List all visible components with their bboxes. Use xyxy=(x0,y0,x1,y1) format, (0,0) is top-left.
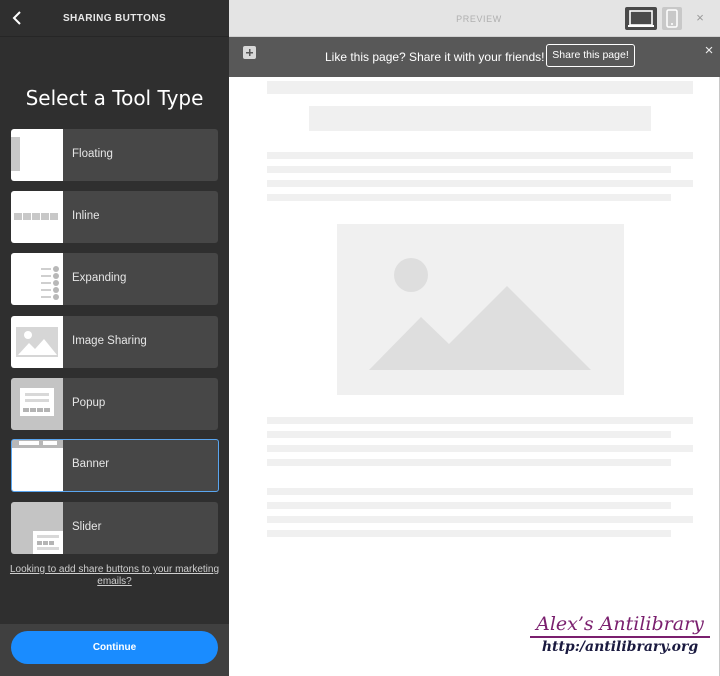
tool-label: Floating xyxy=(72,148,113,160)
skeleton-line xyxy=(267,488,693,495)
plus-icon xyxy=(246,49,253,56)
tool-label: Banner xyxy=(72,458,110,470)
preview-toolbar: PREVIEW × xyxy=(229,0,720,37)
tool-label: Image Sharing xyxy=(72,335,147,347)
banner-thumbnail xyxy=(12,440,63,491)
inline-thumb-icon xyxy=(14,213,58,220)
slider-thumb-icon xyxy=(33,531,63,554)
expand-plus-icon[interactable] xyxy=(243,46,256,59)
desktop-icon xyxy=(628,10,654,27)
slider-thumbnail xyxy=(11,502,63,554)
app-window: SHARING BUTTONS Select a Tool Type Float… xyxy=(0,0,720,676)
image-sharing-thumbnail xyxy=(11,316,63,368)
floating-thumb-icon xyxy=(11,137,20,171)
skeleton-line xyxy=(267,445,693,452)
tool-banner[interactable]: Banner xyxy=(11,439,219,492)
skeleton-line xyxy=(267,530,671,537)
skeleton-title-bar xyxy=(309,106,651,131)
sidebar: SHARING BUTTONS Select a Tool Type Float… xyxy=(0,0,229,676)
tool-popup[interactable]: Popup xyxy=(11,378,218,430)
select-tool-heading: Select a Tool Type xyxy=(25,86,204,110)
skeleton-image xyxy=(337,224,624,395)
tool-inline[interactable]: Inline xyxy=(11,191,218,243)
floating-thumbnail xyxy=(11,129,63,181)
skeleton-header-bar xyxy=(267,81,693,94)
banner-thumb-icon xyxy=(12,440,63,448)
sidebar-footer: Continue xyxy=(0,624,229,676)
skeleton-line xyxy=(267,166,671,173)
tool-label: Inline xyxy=(72,210,100,222)
tool-expanding[interactable]: Expanding xyxy=(11,253,218,305)
tool-label: Slider xyxy=(72,521,102,533)
watermark-url: http:/antilibrary.org xyxy=(541,639,699,655)
banner-message: Like this page? Share it with your frien… xyxy=(325,50,545,64)
tool-label: Popup xyxy=(72,397,106,409)
expanding-thumb-icon xyxy=(41,266,59,300)
continue-button[interactable]: Continue xyxy=(11,631,218,664)
mobile-icon xyxy=(666,9,678,28)
share-banner: Like this page? Share it with your frien… xyxy=(229,37,720,77)
watermark: Alex’s Antilibrary http:/antilibrary.org xyxy=(520,612,720,656)
tool-image-sharing[interactable]: Image Sharing xyxy=(11,316,218,368)
skeleton-line xyxy=(267,516,693,523)
sidebar-header: SHARING BUTTONS xyxy=(0,0,229,37)
popup-thumb-icon xyxy=(20,388,54,416)
close-icon[interactable]: × xyxy=(693,11,707,25)
preview-pane: PREVIEW × Like this page? Share it with … xyxy=(229,0,720,676)
share-page-button[interactable]: Share this page! xyxy=(546,44,635,67)
skeleton-line xyxy=(267,431,671,438)
inline-thumbnail xyxy=(11,191,63,243)
watermark-title: Alex’s Antilibrary xyxy=(536,613,704,635)
expanding-thumbnail xyxy=(11,253,63,305)
sidebar-title: SHARING BUTTONS xyxy=(62,13,167,24)
skeleton-line xyxy=(267,194,671,201)
skeleton-line xyxy=(267,180,693,187)
tool-slider[interactable]: Slider xyxy=(11,502,218,554)
popup-thumbnail xyxy=(11,378,63,430)
skeleton-line xyxy=(267,152,693,159)
email-share-link[interactable]: Looking to add share buttons to your mar… xyxy=(0,564,229,588)
image-placeholder-icon xyxy=(369,258,591,370)
tool-label: Expanding xyxy=(72,272,127,284)
mobile-view-button[interactable] xyxy=(662,7,682,30)
image-icon xyxy=(16,327,58,357)
skeleton-line xyxy=(267,417,693,424)
skeleton-line xyxy=(267,502,671,509)
tool-floating[interactable]: Floating xyxy=(11,129,218,181)
skeleton-line xyxy=(267,459,671,466)
desktop-view-button[interactable] xyxy=(625,7,657,30)
banner-close-icon[interactable]: × xyxy=(702,43,716,58)
